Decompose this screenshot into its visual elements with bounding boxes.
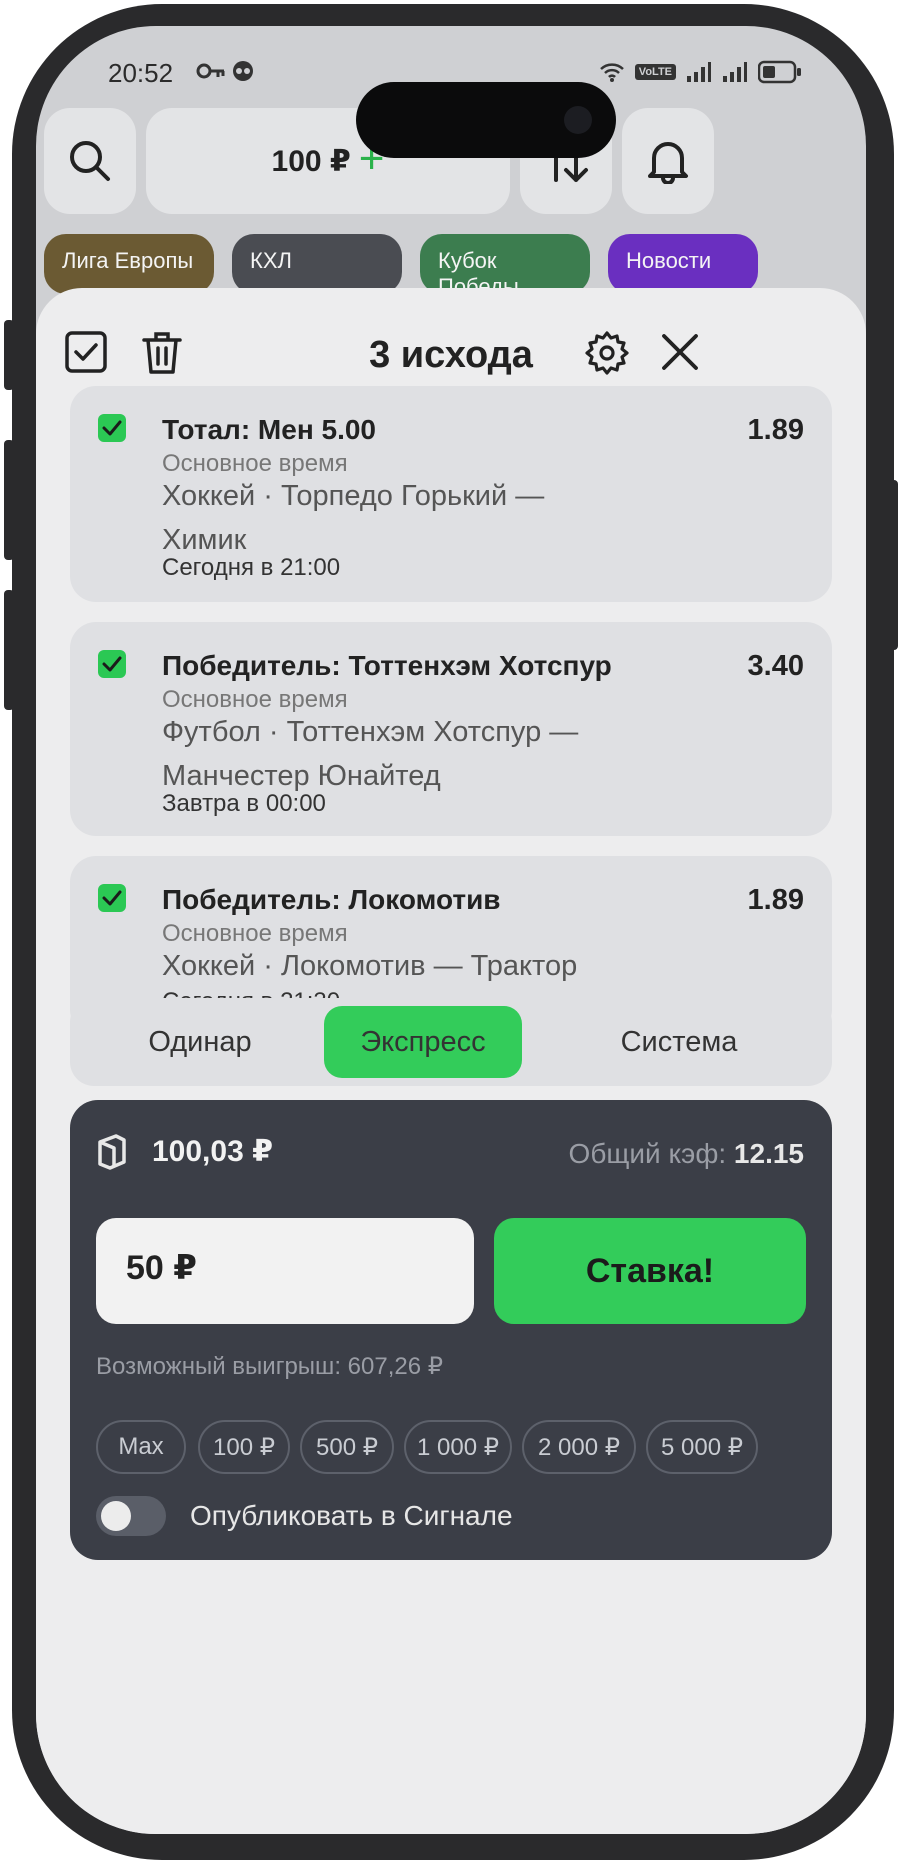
- outcome-card[interactable]: Победитель: Тоттенхэм Хотспур 3.40 Основ…: [70, 622, 832, 836]
- volte-icon: VoLTE: [634, 64, 676, 80]
- check-icon: [102, 656, 122, 672]
- chip-europa-league[interactable]: Лига Европы: [44, 234, 214, 294]
- total-odds-value: 12.15: [733, 1138, 804, 1169]
- tab-single[interactable]: Одинар: [82, 1006, 318, 1078]
- quick-amount-5000[interactable]: 5 000 ₽: [646, 1420, 758, 1474]
- chip-news[interactable]: Новости: [608, 234, 758, 294]
- outcome-checkbox[interactable]: [98, 414, 126, 442]
- app-notification-icon: [233, 61, 253, 81]
- outcome-title: Тотал: Мен 5.00: [162, 414, 377, 445]
- phone-side-button: [4, 320, 14, 390]
- quick-amount-500[interactable]: 500 ₽: [300, 1420, 394, 1474]
- search-icon: [70, 141, 110, 181]
- outcome-checkbox[interactable]: [98, 650, 126, 678]
- signal-icon-2: [723, 62, 747, 82]
- check-icon: [102, 420, 122, 436]
- toggle-knob: [101, 1501, 131, 1531]
- screen: 20:52 VoLTE 100 ₽ + Лига Европы КХЛ Кубок…: [36, 26, 866, 1834]
- wallet-bonus-icon: [98, 1134, 126, 1170]
- total-odds: Общий кэф: 12.15: [569, 1138, 804, 1170]
- chip-khl[interactable]: КХЛ: [232, 234, 402, 294]
- balance-amount: 100 ₽: [271, 144, 351, 178]
- outcome-match: Хоккей · Торпедо Горький — Химик: [162, 474, 722, 562]
- place-bet-button[interactable]: Ставка!: [494, 1218, 806, 1324]
- close-button[interactable]: [658, 330, 702, 379]
- search-button[interactable]: [44, 108, 136, 214]
- publish-toggle[interactable]: [96, 1496, 166, 1536]
- stake-input[interactable]: 50 ₽: [96, 1218, 474, 1324]
- tab-express[interactable]: Экспресс: [324, 1006, 522, 1078]
- quick-amounts: Max 100 ₽ 500 ₽ 1 000 ₽ 2 000 ₽ 5 000 ₽: [96, 1420, 806, 1476]
- outcome-match: Хоккей · Локомотив — Трактор: [162, 944, 722, 988]
- bet-type-segment: Одинар Экспресс Система: [70, 998, 832, 1086]
- possible-win: Возможный выигрыш: 607,26 ₽: [96, 1353, 443, 1380]
- outcome-time: Завтра в 00:00: [162, 790, 326, 817]
- status-time: 20:52: [108, 58, 174, 88]
- outcome-odd: 3.40: [747, 650, 804, 682]
- outcome-match-line: Хоккей · Торпедо Горький —: [162, 480, 545, 512]
- total-odds-label: Общий кэф:: [568, 1138, 727, 1169]
- gear-icon: [585, 331, 629, 375]
- quick-amount-1000[interactable]: 1 000 ₽: [404, 1420, 512, 1474]
- chip-victory-cup[interactable]: Кубок Победы: [420, 234, 590, 299]
- outcome-title: Победитель: Тоттенхэм Хотспур: [162, 650, 612, 681]
- check-icon: [102, 890, 122, 906]
- outcome-odd: 1.89: [747, 414, 804, 446]
- outcome-title: Победитель: Локомотив: [162, 884, 501, 915]
- phone-power-button: [888, 480, 898, 650]
- close-icon: [662, 334, 698, 370]
- bonus-balance: 100,03 ₽: [152, 1135, 273, 1168]
- outcome-odd: 1.89: [747, 884, 804, 916]
- outcome-match: Футбол · Тоттенхэм Хотспур — Манчестер Ю…: [162, 710, 722, 798]
- signal-icon: [687, 62, 711, 82]
- bell-icon: [648, 142, 688, 184]
- betslip-title: 3 исхода: [369, 334, 533, 376]
- outcome-checkbox[interactable]: [98, 884, 126, 912]
- quick-amount-100[interactable]: 100 ₽: [198, 1420, 290, 1474]
- outcome-time: Сегодня в 21:00: [162, 554, 341, 581]
- outcome-match-line: Хоккей · Локомотив — Трактор: [162, 950, 578, 982]
- notifications-button[interactable]: [622, 108, 714, 214]
- phone-volume-up: [4, 440, 14, 560]
- quick-amount-max[interactable]: Max: [96, 1420, 186, 1474]
- stake-panel: 100,03 ₽ Общий кэф: 12.15 50 ₽ Ставка! В…: [70, 1100, 832, 1560]
- wifi-icon: [599, 63, 624, 82]
- publish-label: Опубликовать в Сигнале: [190, 1500, 513, 1531]
- dynamic-island: [356, 82, 616, 158]
- battery-icon: [758, 60, 801, 84]
- camera: [564, 106, 592, 134]
- quick-amount-2000[interactable]: 2 000 ₽: [522, 1420, 636, 1474]
- settings-button[interactable]: [584, 330, 630, 381]
- tab-system[interactable]: Система: [536, 1006, 822, 1078]
- outcome-match-line: Футбол · Тоттенхэм Хотспур —: [162, 716, 579, 748]
- outcome-card[interactable]: Тотал: Мен 5.00 1.89 Основное время Хокк…: [70, 386, 832, 602]
- phone-volume-down: [4, 590, 14, 710]
- key-icon: [196, 63, 225, 79]
